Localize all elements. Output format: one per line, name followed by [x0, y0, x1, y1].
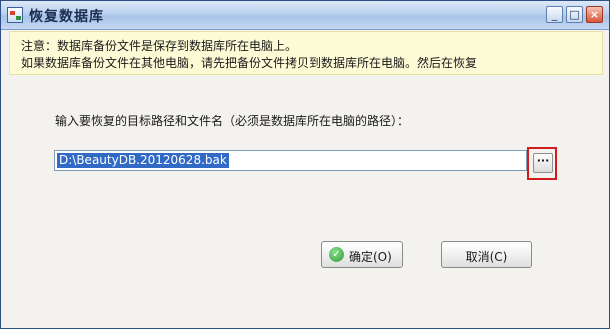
browse-highlight-box: ··· [527, 147, 557, 180]
ok-button[interactable]: ✓ 确定(O) [321, 241, 403, 268]
minimize-button[interactable]: _ [546, 6, 563, 23]
maximize-button[interactable]: □ [566, 6, 583, 23]
ok-button-label: 确定(O) [349, 250, 392, 264]
notice-line-1: 注意：数据库备份文件是保存到数据库所在电脑上。 [21, 39, 298, 53]
check-icon: ✓ [329, 247, 344, 262]
path-prompt-label: 输入要恢复的目标路径和文件名（必须是数据库所在电脑的路径）： [55, 114, 410, 128]
cancel-button-label: 取消(C) [465, 250, 508, 264]
window-title: 恢复数据库 [29, 9, 104, 25]
restore-path-input[interactable]: D:\BeautyDB.20120628.bak [54, 150, 527, 171]
notice-panel: 注意：数据库备份文件是保存到数据库所在电脑上。 如果数据库备份文件在其他电脑，请… [9, 31, 603, 75]
notice-line-2: 如果数据库备份文件在其他电脑，请先把备份文件拷贝到数据库所在电脑。然后在恢复 [21, 56, 478, 70]
cancel-button[interactable]: 取消(C) [441, 241, 532, 268]
restore-path-value: D:\BeautyDB.20120628.bak [57, 153, 229, 168]
title-bar[interactable]: 恢复数据库 _ □ × [1, 1, 609, 30]
restore-database-dialog: 恢复数据库 _ □ × 注意：数据库备份文件是保存到数据库所在电脑上。 如果数据… [0, 0, 610, 329]
database-app-icon [7, 7, 23, 23]
browse-button[interactable]: ··· [533, 153, 553, 173]
close-button[interactable]: × [586, 6, 603, 23]
